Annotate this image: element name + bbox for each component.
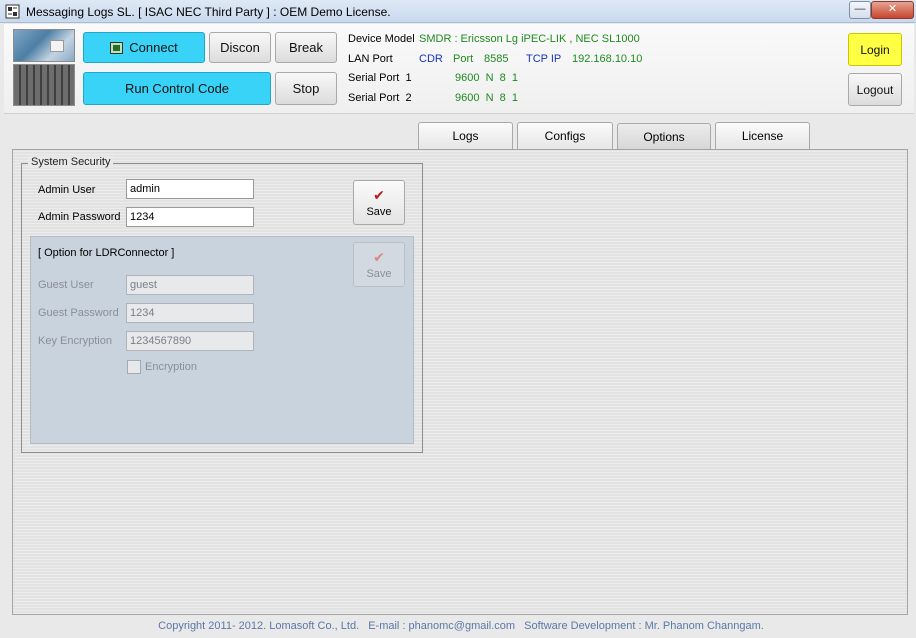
admin-password-label: Admin Password bbox=[38, 211, 121, 223]
admin-save-label: Save bbox=[366, 205, 392, 218]
serial-port-1-label: Serial Port 1 bbox=[348, 72, 412, 84]
connect-button[interactable]: Connect bbox=[83, 32, 205, 63]
footer-email: E-mail : phanomc@gmail.com bbox=[368, 620, 516, 632]
serial-port-2-value: 9600 N 8 1 bbox=[455, 92, 518, 104]
footer-copyright: Copyright 2011- 2012. Lomasoft Co., Ltd. bbox=[158, 620, 360, 632]
admin-user-input[interactable] bbox=[126, 179, 254, 199]
checkmark-icon: ✔ bbox=[373, 248, 385, 265]
connect-icon bbox=[110, 41, 124, 54]
admin-password-input[interactable] bbox=[126, 207, 254, 227]
ldr-save-label: Save bbox=[366, 267, 392, 280]
guest-user-label: Guest User bbox=[38, 279, 94, 291]
admin-user-label: Admin User bbox=[38, 184, 96, 196]
guest-password-input[interactable] bbox=[126, 303, 254, 323]
tab-logs[interactable]: Logs bbox=[418, 122, 513, 149]
footer: Copyright 2011- 2012. Lomasoft Co., Ltd.… bbox=[0, 620, 916, 632]
key-encryption-label: Key Encryption bbox=[38, 335, 112, 347]
stop-button[interactable]: Stop bbox=[275, 72, 337, 105]
discon-button[interactable]: Discon bbox=[209, 32, 271, 63]
app-icon bbox=[5, 4, 20, 19]
device-model-value: SMDR : Ericsson Lg iPEC-LIK , NEC SL1000 bbox=[419, 33, 640, 45]
login-button[interactable]: Login bbox=[848, 33, 902, 66]
run-control-code-button[interactable]: Run Control Code bbox=[83, 72, 271, 105]
guest-password-label: Guest Password bbox=[38, 307, 119, 319]
ldr-connector-title: [ Option for LDRConnector ] bbox=[38, 247, 175, 259]
lan-port-number: 8585 bbox=[484, 53, 509, 65]
checkmark-icon: ✔ bbox=[373, 186, 385, 203]
key-encryption-input[interactable] bbox=[126, 331, 254, 351]
admin-save-button[interactable]: ✔ Save bbox=[353, 180, 405, 225]
system-security-title: System Security bbox=[28, 156, 114, 168]
minimize-button[interactable]: — bbox=[849, 1, 871, 19]
encryption-checkbox[interactable] bbox=[127, 360, 141, 374]
serial-port-1-value: 9600 N 8 1 bbox=[455, 72, 518, 84]
keyboard-thumbnail-icon bbox=[13, 64, 75, 106]
lan-port-word: Port bbox=[453, 53, 474, 65]
close-button[interactable]: ✕ bbox=[871, 1, 914, 19]
lan-cdr-label: CDR bbox=[419, 53, 443, 65]
window-title: Messaging Logs SL. [ ISAC NEC Third Part… bbox=[26, 5, 391, 19]
connect-label: Connect bbox=[129, 40, 178, 55]
tcp-ip-value: 192.168.10.10 bbox=[572, 53, 643, 65]
break-button[interactable]: Break bbox=[275, 32, 337, 63]
encryption-label: Encryption bbox=[145, 361, 197, 373]
guest-user-input[interactable] bbox=[126, 275, 254, 295]
serial-port-2-label: Serial Port 2 bbox=[348, 92, 412, 104]
tab-options[interactable]: Options bbox=[617, 123, 711, 150]
logout-button[interactable]: Logout bbox=[848, 73, 902, 106]
device-model-label: Device Model bbox=[348, 33, 415, 45]
footer-developer: Software Development : Mr. Phanom Channg… bbox=[524, 620, 764, 632]
tab-license[interactable]: License bbox=[715, 122, 810, 149]
calendar-thumbnail-icon bbox=[13, 29, 75, 62]
tcp-ip-label: TCP IP bbox=[526, 53, 562, 65]
tab-configs[interactable]: Configs bbox=[517, 122, 613, 149]
lan-port-label: LAN Port bbox=[348, 53, 393, 65]
ldr-save-button: ✔ Save bbox=[353, 242, 405, 287]
